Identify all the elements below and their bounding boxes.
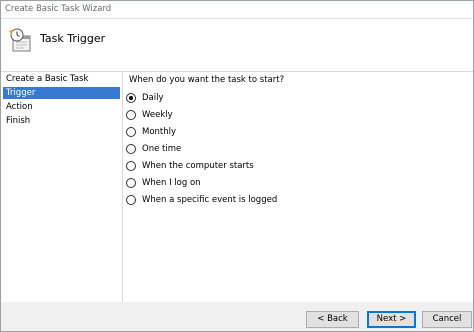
- radio-option-event-logged[interactable]: When a specific event is logged: [126, 194, 277, 206]
- radio-option-one-time[interactable]: One time: [126, 143, 181, 155]
- trigger-panel: When do you want the task to start? Dail…: [123, 72, 473, 302]
- task-scheduler-clock-icon: [8, 27, 32, 53]
- sidebar-item-finish[interactable]: Finish: [3, 115, 120, 127]
- wizard-steps-sidebar: Create a Basic Task Trigger Action Finis…: [1, 72, 123, 302]
- radio-option-weekly[interactable]: Weekly: [126, 109, 173, 121]
- radio-button-daily[interactable]: [126, 93, 136, 103]
- radio-option-log-on[interactable]: When I log on: [126, 177, 201, 189]
- sidebar-item-trigger[interactable]: Trigger: [3, 87, 120, 99]
- back-button[interactable]: < Back: [306, 311, 359, 328]
- radio-option-daily[interactable]: Daily: [126, 92, 164, 104]
- page-title: Task Trigger: [40, 32, 106, 45]
- wizard-footer: < Back Next > Cancel: [1, 303, 473, 331]
- radio-button-monthly[interactable]: [126, 127, 136, 137]
- radio-label-log-on[interactable]: When I log on: [142, 178, 201, 188]
- radio-button-weekly[interactable]: [126, 110, 136, 120]
- title-bar: Create Basic Task Wizard: [1, 1, 473, 19]
- radio-label-monthly[interactable]: Monthly: [142, 127, 176, 137]
- sidebar-item-create-basic-task[interactable]: Create a Basic Task: [3, 73, 120, 85]
- radio-button-one-time[interactable]: [126, 144, 136, 154]
- wizard-header: Task Trigger: [1, 19, 473, 72]
- next-button[interactable]: Next >: [367, 311, 416, 328]
- radio-option-monthly[interactable]: Monthly: [126, 126, 176, 138]
- sidebar-item-action[interactable]: Action: [3, 101, 120, 113]
- radio-label-computer-starts[interactable]: When the computer starts: [142, 161, 254, 171]
- radio-label-one-time[interactable]: One time: [142, 144, 181, 154]
- radio-button-event-logged[interactable]: [126, 195, 136, 205]
- trigger-question: When do you want the task to start?: [129, 75, 285, 85]
- radio-label-weekly[interactable]: Weekly: [142, 110, 173, 120]
- radio-button-computer-starts[interactable]: [126, 161, 136, 171]
- radio-option-computer-starts[interactable]: When the computer starts: [126, 160, 254, 172]
- radio-button-log-on[interactable]: [126, 178, 136, 188]
- window-title: Create Basic Task Wizard: [5, 4, 112, 14]
- radio-label-daily[interactable]: Daily: [142, 93, 164, 103]
- wizard-window: Create Basic Task Wizard Task Trigger Cr…: [0, 0, 474, 332]
- radio-label-event-logged[interactable]: When a specific event is logged: [142, 195, 277, 205]
- cancel-button[interactable]: Cancel: [422, 311, 472, 328]
